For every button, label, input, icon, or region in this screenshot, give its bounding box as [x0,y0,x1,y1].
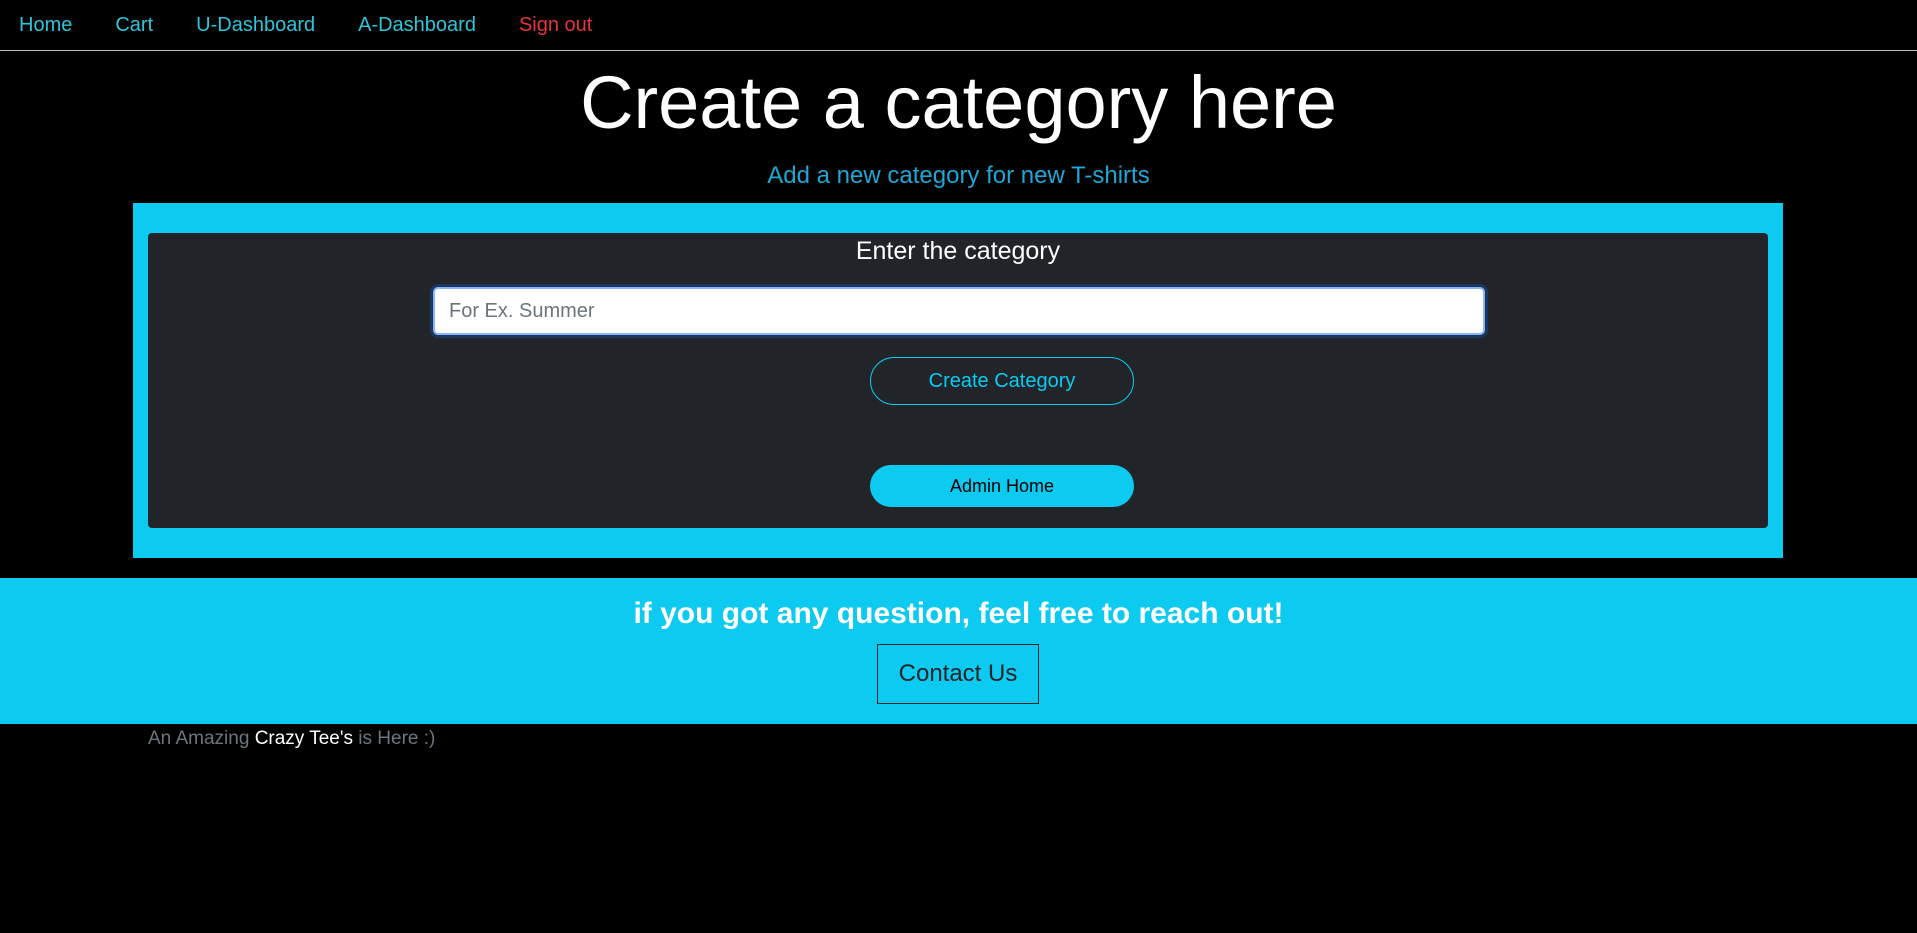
nav-home-link[interactable]: Home [19,14,72,37]
category-form-panel: Enter the category Create Category Admin… [133,203,1783,558]
category-field-label: Enter the category [855,237,1061,265]
contact-footer: if you got any question, feel free to re… [0,578,1917,724]
nav-user-dashboard-link[interactable]: U-Dashboard [196,14,315,37]
category-name-input[interactable] [433,287,1485,335]
nav-sign-out-link[interactable]: Sign out [519,14,592,37]
category-form-card: Enter the category Create Category Admin… [148,233,1768,528]
create-category-button[interactable]: Create Category [870,357,1134,405]
admin-home-button[interactable]: Admin Home [870,465,1134,507]
nav-cart-link[interactable]: Cart [115,14,153,37]
page-subtitle: Add a new category for new T-shirts [767,161,1150,189]
nav-admin-dashboard-link[interactable]: A-Dashboard [358,14,476,37]
page-header: Create a category here Add a new categor… [0,51,1917,190]
contact-us-button[interactable]: Contact Us [877,644,1039,704]
page-title: Create a category here [580,61,1337,144]
tagline-prefix: An Amazing [148,728,250,749]
footer-tagline: An Amazing Crazy Tee's is Here :) [148,728,435,750]
tagline-suffix: is Here :) [358,728,436,749]
footer-heading: if you got any question, feel free to re… [633,597,1284,630]
tagline-brand: Crazy Tee's [254,728,353,749]
top-navbar: Home Cart U-Dashboard A-Dashboard Sign o… [0,0,1917,51]
